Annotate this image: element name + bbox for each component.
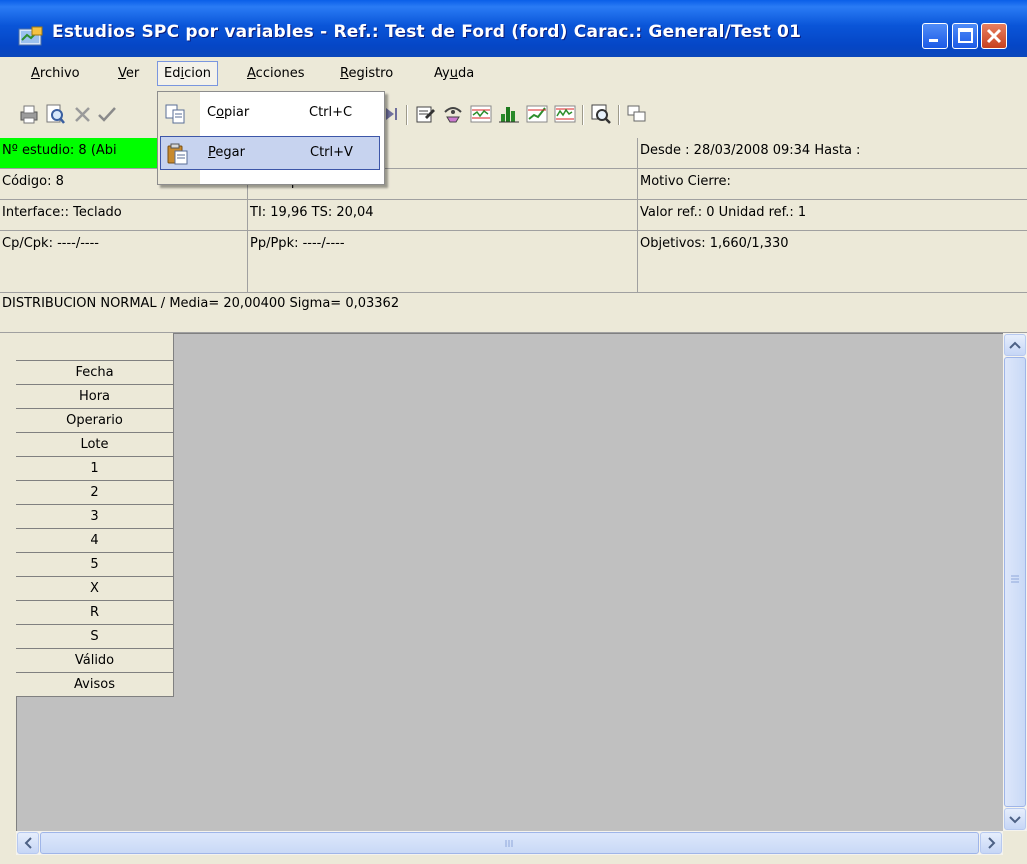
minimize-button[interactable] <box>922 23 948 49</box>
menu-ayuda[interactable]: Ayuda <box>434 66 474 81</box>
toolbar-separator <box>582 105 584 125</box>
minimize-icon <box>929 39 938 42</box>
scrollbar-corner <box>1003 831 1027 855</box>
horizontal-scrollbar[interactable] <box>16 831 1003 855</box>
row-header[interactable]: Hora <box>16 385 174 409</box>
menu-acciones[interactable]: Acciones <box>247 66 305 81</box>
row-header[interactable]: Fecha <box>16 361 174 385</box>
menu-edicion-pre: Ed <box>164 66 181 81</box>
trend-chart-icon[interactable] <box>526 103 548 125</box>
date-range: Desde : 28/03/2008 09:34 Hasta : <box>638 138 1027 169</box>
tolerance-cell: TI: 19,96 TS: 20,04 <box>248 200 638 231</box>
menu-ayuda-pre: Ay <box>434 66 450 81</box>
menu-acciones-label: cciones <box>255 66 305 81</box>
cp-cpk-cell: Cp/Cpk: ----/---- <box>0 231 248 293</box>
row-header[interactable]: 2 <box>16 481 174 505</box>
chevron-right-icon <box>988 837 996 849</box>
print-preview-icon[interactable] <box>44 103 66 125</box>
chevron-up-icon <box>1009 341 1021 349</box>
menu-archivo-mnemonic: A <box>31 66 40 81</box>
menu-item-copiar-label: Copiar <box>207 105 249 120</box>
vertical-scroll-thumb[interactable] <box>1004 357 1026 807</box>
vertical-scrollbar[interactable] <box>1003 333 1027 831</box>
toolbar-separator <box>618 105 620 125</box>
maximize-icon <box>958 28 973 43</box>
copiar-rest: piar <box>224 105 250 120</box>
toolbar-separator <box>406 105 408 125</box>
print-icon[interactable] <box>18 103 40 125</box>
menu-item-pegar-label: Pegar <box>208 145 245 160</box>
menu-registro-label: egistro <box>348 66 394 81</box>
accept-icon[interactable] <box>96 103 118 125</box>
scroll-down-button[interactable] <box>1004 808 1026 830</box>
row-header[interactable]: Válido <box>16 649 174 673</box>
menu-archivo[interactable]: Archivo <box>31 66 80 81</box>
row-header[interactable]: 4 <box>16 529 174 553</box>
measure-tool-icon[interactable] <box>442 103 464 125</box>
paste-icon <box>167 143 188 165</box>
capability-chart-icon[interactable] <box>554 103 576 125</box>
objectives-cell: Objetivos: 1,660/1,330 <box>638 231 1027 293</box>
title-bar[interactable]: Estudios SPC por variables - Ref.: Test … <box>0 0 1027 57</box>
grid-corner-header[interactable] <box>16 333 174 361</box>
row-header[interactable]: Lote <box>16 433 174 457</box>
control-chart-icon[interactable] <box>470 103 492 125</box>
row-header[interactable]: X <box>16 577 174 601</box>
properties-icon[interactable] <box>414 103 436 125</box>
edicion-dropdown-menu: Copiar Ctrl+C Pegar Ctrl+V <box>157 91 385 185</box>
copy-icon <box>165 104 185 124</box>
search-icon[interactable] <box>590 103 612 125</box>
menu-edicion[interactable]: Edicion <box>157 61 219 86</box>
menu-item-copiar-shortcut: Ctrl+C <box>309 105 353 120</box>
spc-window: Estudios SPC por variables - Ref.: Test … <box>0 0 1027 864</box>
toolbar <box>0 93 1027 138</box>
grip-icon <box>505 840 513 847</box>
menu-ver[interactable]: Ver <box>118 66 139 81</box>
window-title: Estudios SPC por variables - Ref.: Test … <box>52 22 802 42</box>
interface-cell: Interface:: Teclado <box>0 200 248 231</box>
close-button[interactable] <box>981 23 1007 49</box>
scroll-up-button[interactable] <box>1004 334 1026 356</box>
row-header[interactable]: 1 <box>16 457 174 481</box>
copiar-mnemonic: o <box>216 105 225 120</box>
row-header[interactable]: R <box>16 601 174 625</box>
menu-bar: Archivo Ver Edicion Acciones Registro Ay… <box>0 57 1027 93</box>
maximize-button[interactable] <box>952 23 978 49</box>
grip-icon <box>1011 575 1019 583</box>
menu-ver-mnemonic: V <box>118 66 126 81</box>
chevron-left-icon <box>24 837 32 849</box>
delete-icon[interactable] <box>72 103 94 125</box>
menu-item-pegar-shortcut: Ctrl+V <box>310 145 353 160</box>
menu-ayuda-mnemonic: u <box>449 66 458 81</box>
app-icon <box>18 26 43 46</box>
close-icon <box>986 28 1002 44</box>
row-header[interactable]: S <box>16 625 174 649</box>
menu-item-pegar[interactable]: Pegar Ctrl+V <box>160 136 380 170</box>
menu-acciones-mnemonic: A <box>247 66 256 81</box>
row-header[interactable]: Operario <box>16 409 174 433</box>
scroll-right-button[interactable] <box>980 832 1002 854</box>
copiar-pre: C <box>207 105 217 120</box>
reference-value-cell: Valor ref.: 0 Unidad ref.: 1 <box>638 200 1027 231</box>
menu-ayuda-label: da <box>457 66 475 81</box>
chevron-down-icon <box>1009 816 1021 824</box>
pp-ppk-cell: Pp/Ppk: ----/---- <box>248 231 638 293</box>
menu-archivo-label: rchivo <box>39 66 80 81</box>
menu-ver-label: er <box>125 66 140 81</box>
scroll-left-button[interactable] <box>17 832 39 854</box>
close-reason-cell: Motivo Cierre: <box>638 169 1027 200</box>
menu-edicion-label: cion <box>184 66 212 81</box>
menu-registro[interactable]: Registro <box>340 66 393 81</box>
row-header[interactable]: 3 <box>16 505 174 529</box>
distribution-summary: DISTRIBUCION NORMAL / Media= 20,00400 Si… <box>0 293 1027 333</box>
row-header[interactable]: 5 <box>16 553 174 577</box>
horizontal-scroll-thumb[interactable] <box>40 832 979 854</box>
menu-item-copiar[interactable]: Copiar Ctrl+C <box>160 97 380 131</box>
histogram-icon[interactable] <box>498 103 520 125</box>
pegar-rest: egar <box>215 145 245 160</box>
window-layout-icon[interactable] <box>626 103 648 125</box>
row-headers: Fecha Hora Operario Lote 1 2 3 4 5 X R S… <box>16 333 174 697</box>
row-header[interactable]: Avisos <box>16 673 174 697</box>
